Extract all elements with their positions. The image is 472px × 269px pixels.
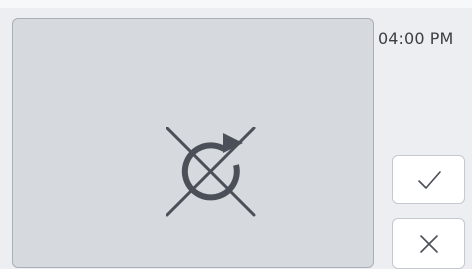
cancel-button[interactable] xyxy=(392,218,465,269)
top-bar xyxy=(0,0,472,8)
time-label: 04:00 PM xyxy=(378,29,454,48)
confirm-button[interactable] xyxy=(392,155,465,204)
preview-panel xyxy=(12,18,374,268)
checkmark-icon xyxy=(417,170,441,189)
close-icon xyxy=(419,234,438,253)
no-refresh-icon xyxy=(166,127,256,217)
screen: 04:00 PM xyxy=(0,0,472,269)
